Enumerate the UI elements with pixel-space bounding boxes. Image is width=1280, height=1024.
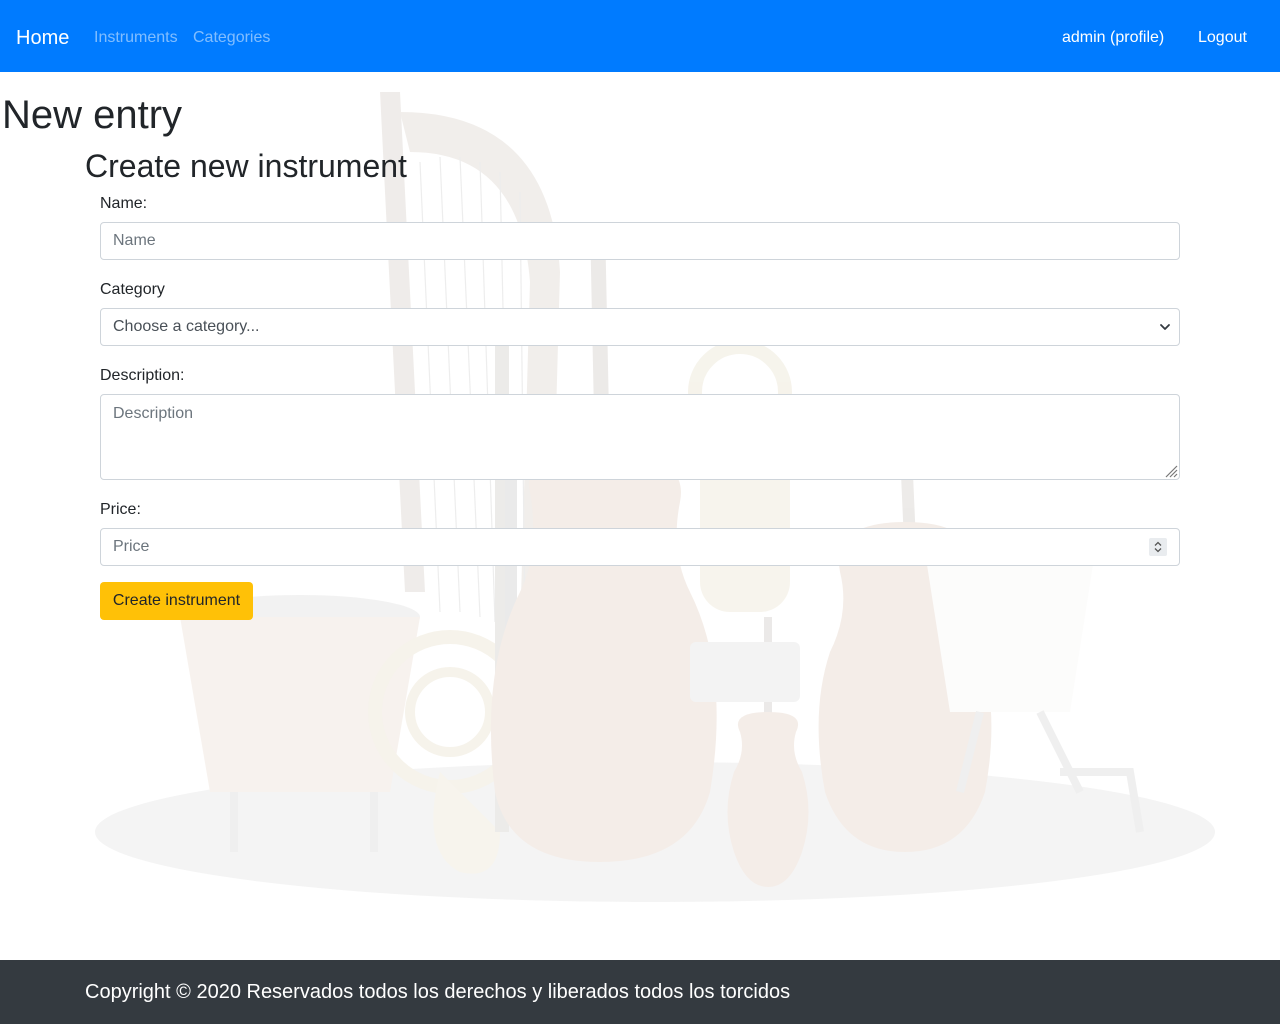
category-selected-value: Choose a category... [113,318,260,335]
chevron-down-icon [1160,324,1170,330]
spinner-arrows-icon [1154,541,1162,553]
nav-link-profile[interactable]: admin (profile) [1062,28,1164,48]
price-label: Price: [100,501,141,518]
resize-handle-icon[interactable] [1162,462,1178,478]
nav-link-categories[interactable]: Categories [193,28,270,48]
page-footer: Copyright © 2020 Reservados todos los de… [0,960,1280,1024]
page-title: New entry [2,93,183,137]
nav-link-logout[interactable]: Logout [1198,28,1247,48]
description-label: Description: [100,367,185,384]
name-input[interactable] [100,222,1180,260]
category-label: Category [100,281,165,298]
nav-brand-home[interactable]: Home [16,25,69,51]
number-spinner[interactable] [1149,538,1167,556]
category-select[interactable]: Choose a category... [100,308,1180,346]
name-label: Name: [100,195,148,212]
orchestra-instruments-illustration [80,72,1230,922]
form-title: Create new instrument [85,148,407,184]
footer-copyright: Copyright © 2020 Reservados todos los de… [85,981,791,1003]
create-instrument-button[interactable]: Create instrument [100,582,253,620]
top-navbar: Home Instruments Categories admin (profi… [0,0,1280,72]
description-textarea[interactable] [100,394,1180,480]
price-input[interactable] [100,528,1180,566]
nav-link-instruments[interactable]: Instruments [94,28,178,48]
